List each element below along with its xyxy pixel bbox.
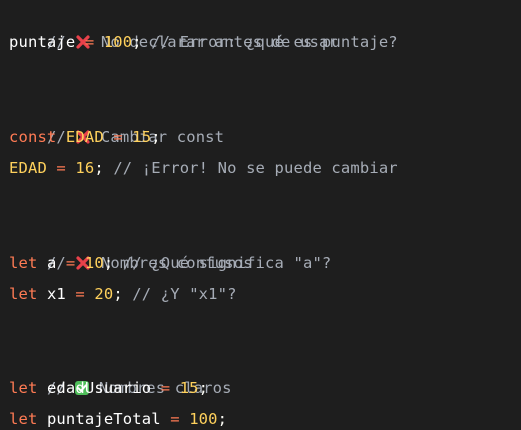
- number-literal: 10: [84, 253, 104, 272]
- comment: // ¿Y "x1"?: [132, 284, 237, 303]
- operator: =: [84, 33, 95, 52]
- constant-identifier: EDAD: [9, 158, 47, 177]
- semicolon: ;: [94, 158, 104, 177]
- identifier: puntajeTotal: [46, 410, 161, 429]
- keyword: let: [9, 284, 38, 303]
- number-literal: 15: [179, 379, 199, 398]
- keyword: const: [9, 127, 57, 146]
- keyword: let: [9, 410, 38, 429]
- number-literal: 20: [94, 284, 114, 303]
- code-line: let edadUsuario = 15;: [9, 373, 519, 404]
- identifier: puntaje: [9, 33, 76, 52]
- number-literal: 100: [189, 410, 218, 429]
- identifier: a: [46, 253, 57, 272]
- identifier: x1: [46, 284, 66, 303]
- code-line: let puntajeTotal = 100;: [9, 404, 519, 430]
- operator: =: [160, 379, 171, 398]
- identifier: edadUsuario: [46, 379, 152, 398]
- constant-identifier: EDAD: [65, 127, 104, 146]
- code-line: let x1 = 20; // ¿Y "x1"?: [9, 279, 519, 310]
- comment: // ¿Qué significa "a"?: [122, 253, 332, 272]
- keyword: let: [9, 379, 38, 398]
- operator: =: [56, 158, 66, 177]
- number-literal: 15: [132, 127, 152, 146]
- number-literal: 16: [75, 158, 95, 177]
- operator: =: [113, 127, 123, 146]
- code-line: // Nombres confusos: [9, 216, 519, 272]
- operator: =: [65, 253, 76, 272]
- code-line: EDAD = 16; // ¡Error! No se puede cambia…: [9, 153, 519, 184]
- comment: // ¡Error! No se puede cambiar: [113, 158, 398, 177]
- semicolon: ;: [132, 33, 142, 52]
- code-line: let a = 10; // ¿Qué significa "a"?: [9, 248, 519, 279]
- semicolon: ;: [113, 284, 123, 303]
- semicolon: ;: [217, 410, 228, 429]
- number-literal: 100: [103, 33, 133, 52]
- code-line: // No declarar antes de usar: [9, 0, 519, 51]
- code-line: // Nombres claros: [9, 342, 519, 397]
- semicolon: ;: [103, 253, 114, 272]
- code-block: // No declarar antes de usar puntaje = 1…: [9, 0, 519, 430]
- code-line: const EDAD = 15;: [9, 122, 519, 153]
- comment: // Error: ¿qué es puntaje?: [151, 33, 398, 52]
- code-line: puntaje = 100; // Error: ¿qué es puntaje…: [9, 27, 519, 58]
- semicolon: ;: [198, 379, 209, 398]
- code-line: // Cambiar const: [9, 91, 519, 146]
- semicolon: ;: [151, 127, 161, 146]
- operator: =: [75, 284, 85, 303]
- operator: =: [170, 410, 180, 429]
- keyword: let: [9, 253, 38, 272]
